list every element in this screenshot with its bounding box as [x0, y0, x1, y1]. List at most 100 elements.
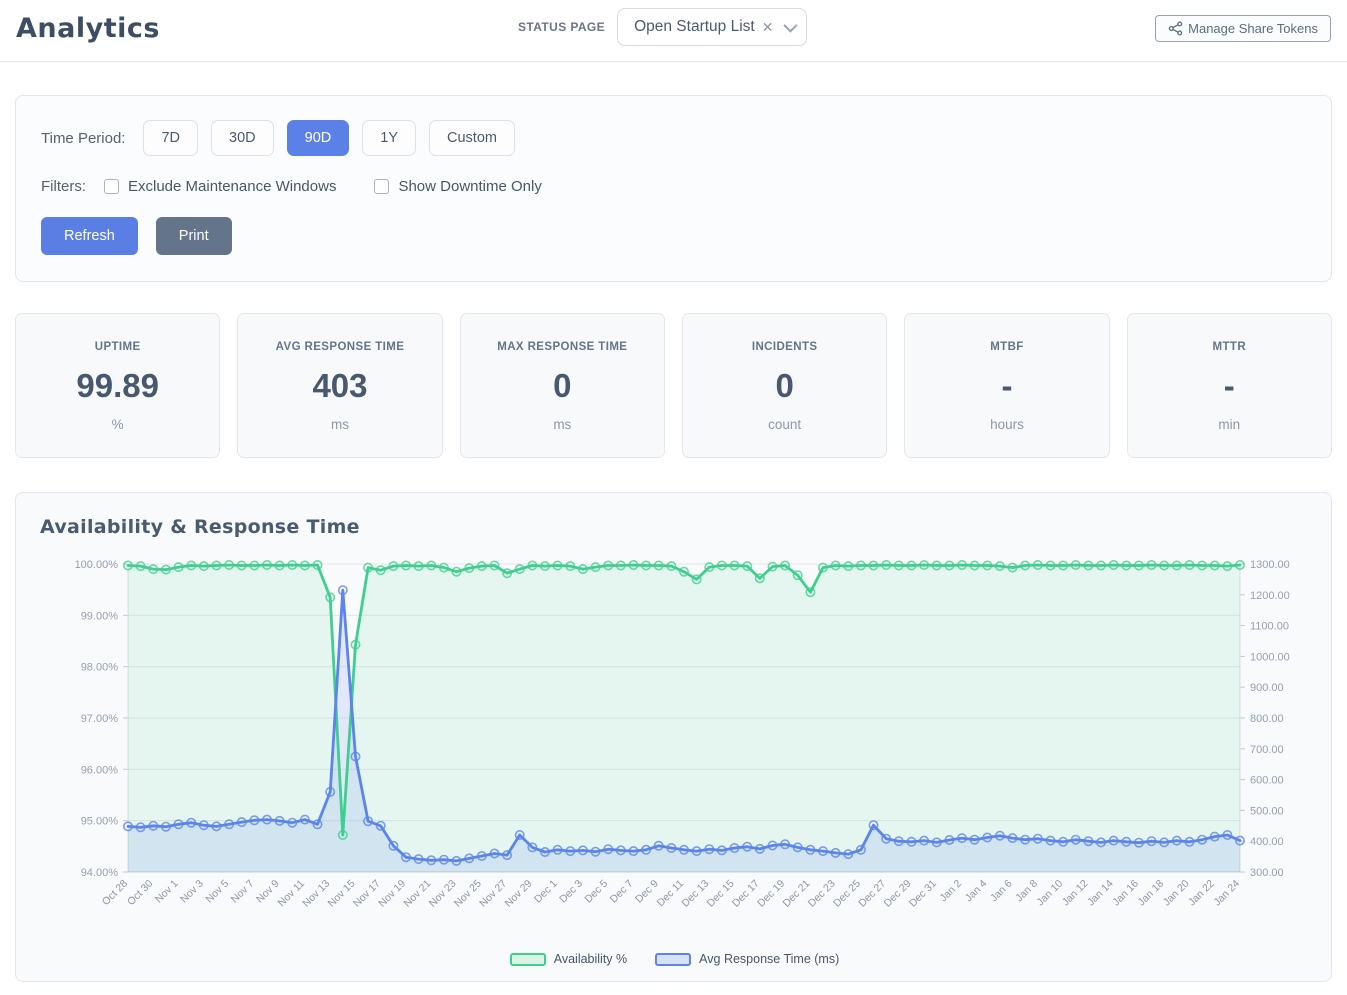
svg-text:Jan 16: Jan 16: [1110, 878, 1141, 909]
time-period-30d[interactable]: 30D: [211, 120, 274, 156]
stat-card-mttr: MTTR-min: [1127, 313, 1332, 458]
legend-swatch: [655, 953, 691, 966]
time-period-label: Time Period:: [41, 130, 125, 147]
legend-item-response-time[interactable]: Avg Response Time (ms): [655, 952, 839, 966]
svg-text:900.00: 900.00: [1250, 682, 1284, 694]
svg-text:Nov 23: Nov 23: [427, 878, 459, 910]
chart-legend: Availability % Avg Response Time (ms): [40, 952, 1309, 966]
legend-label: Availability %: [554, 952, 627, 966]
checkbox-icon[interactable]: [374, 179, 389, 194]
svg-text:Dec 19: Dec 19: [755, 878, 787, 910]
legend-swatch: [510, 953, 546, 966]
svg-text:Nov 29: Nov 29: [502, 878, 534, 910]
chart-panel: Availability & Response Time 100.00% 99.0…: [15, 492, 1332, 982]
svg-text:1300.00: 1300.00: [1250, 559, 1290, 571]
filter-checkbox-item[interactable]: Show Downtime Only: [374, 178, 541, 195]
svg-text:100.00%: 100.00%: [75, 559, 119, 571]
stat-label: MAX RESPONSE TIME: [469, 341, 656, 353]
stat-unit: min: [1136, 417, 1323, 432]
stat-unit: ms: [246, 417, 433, 432]
svg-text:Dec 15: Dec 15: [705, 878, 737, 910]
stat-value: 0: [691, 367, 878, 405]
stat-value: -: [1136, 367, 1323, 405]
share-icon: [1168, 21, 1183, 36]
checkbox-icon[interactable]: [104, 179, 119, 194]
svg-text:800.00: 800.00: [1250, 713, 1284, 725]
stat-card-mtbf: MTBF-hours: [904, 313, 1109, 458]
svg-text:Nov 5: Nov 5: [203, 878, 231, 906]
svg-text:Dec 17: Dec 17: [730, 878, 762, 910]
stat-label: AVG RESPONSE TIME: [246, 341, 433, 353]
stats-row: UPTIME99.89%AVG RESPONSE TIME403ms MAX RE…: [15, 313, 1332, 458]
svg-text:Nov 21: Nov 21: [401, 878, 433, 910]
svg-text:Jan 18: Jan 18: [1136, 878, 1167, 909]
filters-label: Filters:: [41, 178, 86, 195]
svg-text:Jan 2: Jan 2: [937, 878, 964, 905]
svg-text:99.00%: 99.00%: [81, 610, 119, 622]
svg-text:300.00: 300.00: [1250, 867, 1284, 879]
svg-text:Jan 24: Jan 24: [1211, 878, 1242, 909]
stat-value: -: [913, 367, 1100, 405]
legend-item-availability[interactable]: Availability %: [510, 952, 627, 966]
availability-response-chart[interactable]: 100.00%99.00%98.00%97.00%96.00%95.00%94.…: [40, 552, 1309, 950]
status-page-selector: STATUS PAGE Open Startup List ✕: [518, 8, 807, 46]
svg-text:Dec 31: Dec 31: [907, 878, 939, 910]
chevron-down-icon: [784, 19, 798, 33]
svg-text:Jan 22: Jan 22: [1186, 878, 1217, 909]
stat-unit: ms: [469, 417, 656, 432]
svg-text:Nov 15: Nov 15: [326, 878, 358, 910]
svg-text:Dec 23: Dec 23: [806, 878, 838, 910]
svg-text:Dec 27: Dec 27: [856, 878, 888, 910]
svg-text:Jan 12: Jan 12: [1060, 878, 1091, 909]
time-period-1y[interactable]: 1Y: [362, 120, 416, 156]
stat-unit: %: [24, 417, 211, 432]
svg-text:Nov 19: Nov 19: [376, 878, 408, 910]
svg-text:Dec 3: Dec 3: [557, 878, 585, 906]
manage-share-tokens-label: Manage Share Tokens: [1188, 21, 1318, 36]
filter-checkboxes: Exclude Maintenance Windows Show Downtime…: [104, 178, 580, 195]
stat-value: 99.89: [24, 367, 211, 405]
stat-card-incidents: INCIDENTS 0 count: [682, 313, 887, 458]
svg-text:Oct 30: Oct 30: [125, 878, 155, 908]
svg-text:Jan 20: Jan 20: [1161, 878, 1192, 909]
svg-text:97.00%: 97.00%: [81, 713, 119, 725]
status-page-dropdown[interactable]: Open Startup List ✕: [617, 8, 807, 46]
manage-share-tokens-button[interactable]: Manage Share Tokens: [1155, 15, 1331, 42]
svg-text:Dec 13: Dec 13: [679, 878, 711, 910]
svg-text:Nov 13: Nov 13: [300, 878, 332, 910]
svg-text:Nov 3: Nov 3: [178, 878, 206, 906]
svg-text:Dec 25: Dec 25: [831, 878, 863, 910]
svg-text:94.00%: 94.00%: [81, 867, 119, 879]
svg-text:Nov 27: Nov 27: [477, 878, 509, 910]
stat-card-avg-response-time: AVG RESPONSE TIME403ms: [237, 313, 442, 458]
svg-text:400.00: 400.00: [1250, 836, 1284, 848]
svg-text:Nov 17: Nov 17: [351, 878, 383, 910]
svg-text:Dec 1: Dec 1: [532, 878, 560, 906]
status-page-value: Open Startup List: [634, 18, 755, 36]
print-button[interactable]: Print: [156, 217, 232, 255]
svg-text:Nov 1: Nov 1: [153, 878, 181, 906]
filter-checkbox-item[interactable]: Exclude Maintenance Windows: [104, 178, 336, 195]
close-icon[interactable]: ✕: [761, 20, 775, 34]
svg-text:Jan 6: Jan 6: [988, 878, 1015, 905]
time-period-custom[interactable]: Custom: [429, 120, 515, 156]
chart-title: Availability & Response Time: [40, 516, 1309, 538]
refresh-button[interactable]: Refresh: [41, 217, 138, 255]
checkbox-label: Show Downtime Only: [398, 178, 541, 195]
svg-text:1100.00: 1100.00: [1250, 621, 1289, 633]
time-period-buttons: 7D 30D 90D 1Y Custom: [143, 120, 527, 156]
time-period-90d[interactable]: 90D: [287, 120, 350, 156]
stat-card-uptime: UPTIME99.89%: [15, 313, 220, 458]
filter-panel: Time Period: 7D 30D 90D 1Y Custom Filters: E…: [15, 95, 1332, 282]
svg-text:Dec 7: Dec 7: [608, 878, 636, 906]
svg-text:Jan 10: Jan 10: [1034, 878, 1065, 909]
legend-label: Avg Response Time (ms): [699, 952, 839, 966]
svg-text:Nov 25: Nov 25: [452, 878, 484, 910]
stat-label: INCIDENTS: [691, 341, 878, 353]
svg-text:95.00%: 95.00%: [81, 816, 119, 828]
stat-label: MTBF: [913, 341, 1100, 353]
svg-text:700.00: 700.00: [1250, 744, 1284, 756]
time-period-7d[interactable]: 7D: [143, 120, 198, 156]
stat-unit: count: [691, 417, 878, 432]
status-page-label: STATUS PAGE: [518, 20, 605, 34]
